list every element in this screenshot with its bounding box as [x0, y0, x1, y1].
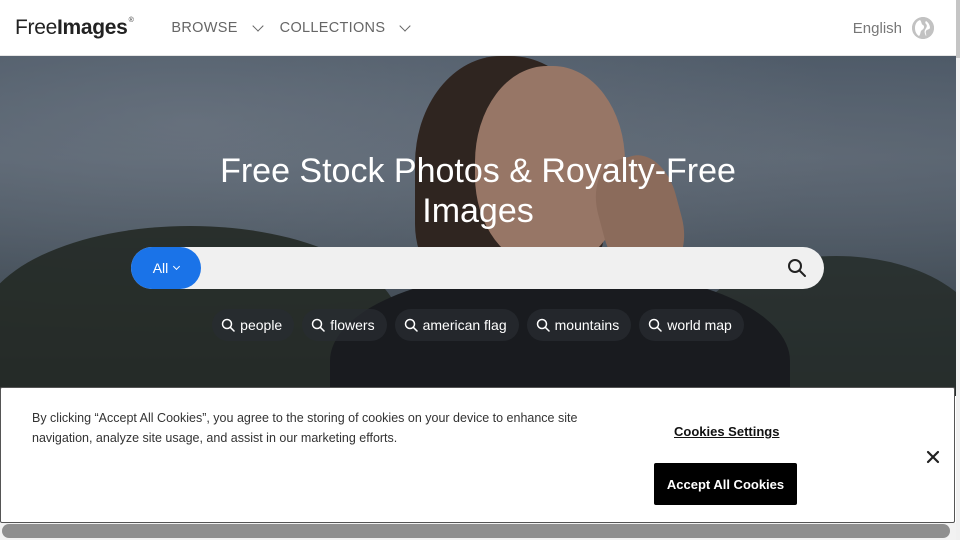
logo-part-free: Free [15, 15, 57, 39]
tag-label: mountains [554, 317, 620, 333]
tag-american-flag[interactable]: american flag [394, 309, 519, 341]
hero-title-line-2: Images [422, 192, 534, 230]
language-label: English [852, 19, 902, 37]
search-bar: All [131, 247, 824, 289]
search-input[interactable] [201, 247, 770, 289]
cookie-banner-text: By clicking “Accept All Cookies”, you ag… [32, 411, 578, 445]
search-icon [404, 318, 418, 332]
search-icon [648, 318, 662, 332]
search-icon [221, 318, 235, 332]
search-icon [788, 259, 806, 277]
cookies-settings-link[interactable]: Cookies Settings [674, 424, 779, 439]
logo[interactable]: Free Images ® [15, 15, 134, 40]
tag-world-map[interactable]: world map [639, 309, 744, 341]
nav-browse[interactable]: BROWSE [171, 20, 279, 36]
popular-search-tags: people flowers american flag mountains w… [0, 309, 956, 341]
tag-label: flowers [330, 317, 375, 333]
tag-label: people [240, 317, 283, 333]
logo-registered-mark: ® [128, 16, 134, 24]
chevron-down-icon[interactable] [399, 19, 411, 32]
globe-icon [912, 17, 934, 39]
chevron-down-icon[interactable] [252, 19, 264, 32]
tag-label: world map [667, 317, 732, 333]
logo-part-images: Images [56, 15, 128, 39]
search-button[interactable] [770, 247, 824, 289]
search-category-dropdown[interactable]: All [131, 247, 201, 289]
language-selector[interactable]: English [853, 0, 934, 56]
horizontal-scrollbar-thumb[interactable] [2, 524, 950, 538]
search-category-label: All [152, 260, 169, 276]
close-icon [926, 450, 940, 464]
nav-collections-label: COLLECTIONS [279, 19, 386, 36]
tag-label: american flag [422, 317, 507, 333]
hero-section: Free Stock Photos & Royalty-Free Images … [0, 56, 956, 396]
accept-all-cookies-button[interactable]: Accept All Cookies [654, 463, 797, 505]
tag-flowers[interactable]: flowers [302, 309, 387, 341]
cookie-banner: By clicking “Accept All Cookies”, you ag… [0, 387, 955, 523]
hero-title-line-1: Free Stock Photos & Royalty-Free [220, 152, 736, 190]
tag-mountains[interactable]: mountains [526, 309, 632, 341]
tag-people[interactable]: people [212, 309, 295, 341]
search-icon [311, 318, 325, 332]
chevron-down-icon [173, 262, 181, 271]
hero-title: Free Stock Photos & Royalty-Free Images [0, 151, 956, 231]
main-nav: BROWSE COLLECTIONS [171, 20, 427, 36]
site-header: Free Images ® BROWSE COLLECTIONS English [0, 0, 956, 56]
nav-browse-label: BROWSE [171, 19, 238, 36]
vertical-scrollbar[interactable] [956, 0, 960, 540]
close-banner-button[interactable] [922, 446, 944, 468]
vertical-scrollbar-thumb[interactable] [956, 0, 960, 58]
horizontal-scrollbar[interactable] [0, 523, 956, 540]
nav-collections[interactable]: COLLECTIONS [280, 20, 428, 36]
search-icon [536, 318, 550, 332]
page: FreeImages® BROWSE COLLECTIONS English [0, 0, 960, 540]
